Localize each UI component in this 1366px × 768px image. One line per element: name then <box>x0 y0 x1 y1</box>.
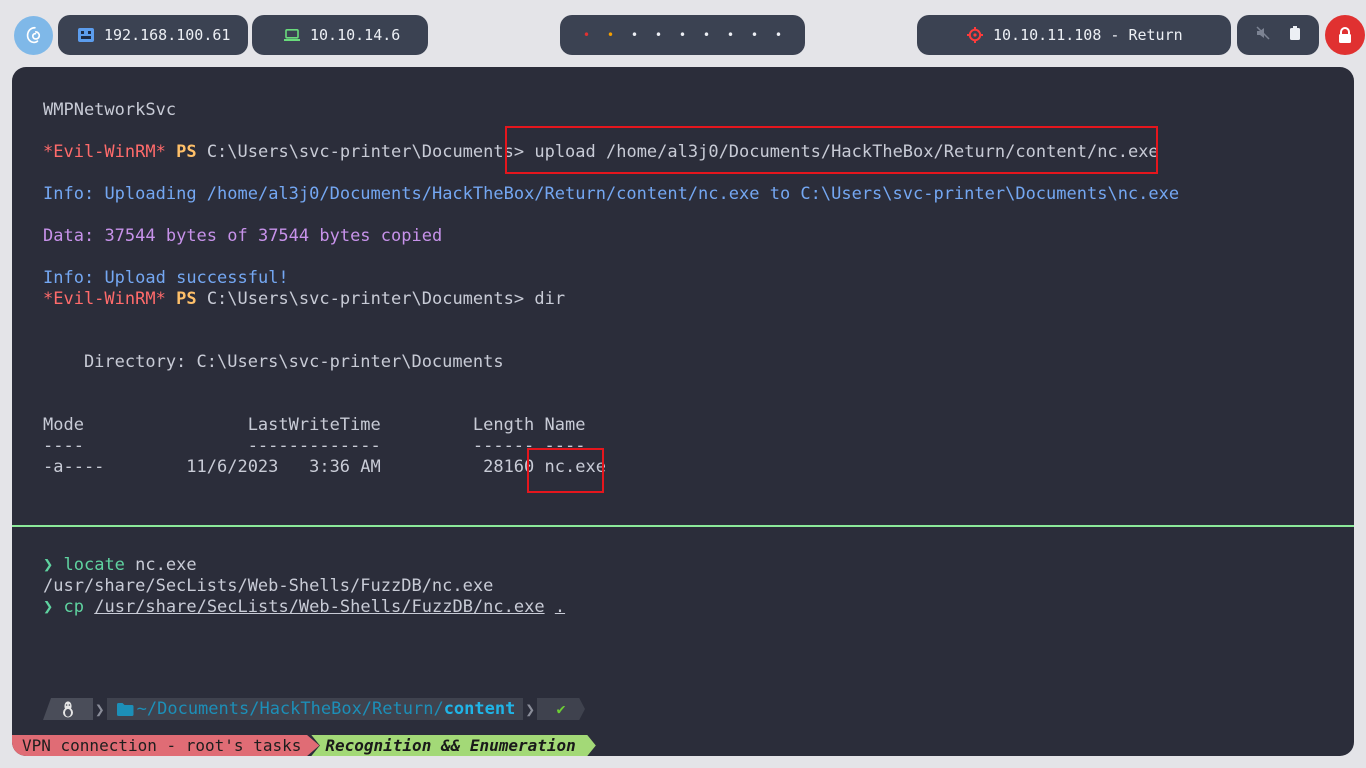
folder-icon <box>116 702 134 716</box>
target-icon <box>967 27 983 43</box>
cp-command-line: ❯ cp /usr/share/SecLists/Web-Shells/Fuzz… <box>43 597 565 618</box>
workspace-1[interactable]: • <box>575 28 599 42</box>
debian-icon[interactable] <box>14 16 53 55</box>
cwd-text-2: C:\Users\svc-printer\Documents> <box>206 289 525 309</box>
workspace-8[interactable]: • <box>743 28 767 42</box>
pane-divider <box>12 525 1354 527</box>
status-bar: VPN connection - root's tasks Recognitio… <box>12 735 596 756</box>
system-tray[interactable] <box>1237 15 1319 55</box>
directory-line: Directory: C:\Users\svc-printer\Document… <box>43 352 504 372</box>
vpn-ip-text: 10.10.14.6 <box>310 26 401 44</box>
cp-dest: . <box>554 597 566 617</box>
workspace-5[interactable]: • <box>671 28 695 42</box>
mute-icon[interactable] <box>1256 26 1270 44</box>
highlight-box-file <box>527 448 604 493</box>
ps-label: PS <box>176 142 197 162</box>
info-uploading-text: Uploading /home/al3j0/Documents/HackTheB… <box>104 184 1180 204</box>
info-label-2: Info: <box>43 268 95 288</box>
info-label: Info: <box>43 184 95 204</box>
workspace-4[interactable]: • <box>647 28 671 42</box>
locate-arg: nc.exe <box>124 555 197 575</box>
prompt-arrow-2: ❯ <box>43 597 54 617</box>
laptop-icon <box>284 29 300 41</box>
top-bar: 192.168.100.61 10.10.14.6 • • • • • • • … <box>0 0 1366 68</box>
workspace-9[interactable]: • <box>767 28 791 42</box>
info-success-line: Info: Upload successful! <box>43 268 289 289</box>
cp-source: /usr/share/SecLists/Web-Shells/FuzzDB/nc… <box>94 597 545 617</box>
workspace-3[interactable]: • <box>623 28 647 42</box>
status-segment-task[interactable]: Recognition && Enumeration <box>311 735 596 756</box>
evil-winrm-label: *Evil-WinRM* <box>43 142 166 162</box>
dir-command: dir <box>534 289 566 309</box>
data-copied-text: 37544 bytes of 37544 bytes copied <box>104 226 443 246</box>
workspace-2[interactable]: • <box>599 28 623 42</box>
prompt-arrow: ❯ <box>43 555 54 575</box>
workspace-switcher[interactable]: • • • • • • • • • <box>560 15 805 55</box>
battery-icon[interactable] <box>1290 26 1300 44</box>
terminal-pane-top[interactable]: WMPNetworkSvc *Evil-WinRM* PS C:\Users\s… <box>12 67 1354 526</box>
table-header: Mode LastWriteTime Length Name <box>43 415 586 435</box>
terminal-window[interactable]: WMPNetworkSvc *Evil-WinRM* PS C:\Users\s… <box>12 67 1354 756</box>
workspace-6[interactable]: • <box>695 28 719 42</box>
cwd-text: C:\Users\svc-printer\Documents> <box>206 142 525 162</box>
ps-label-2: PS <box>176 289 197 309</box>
cp-command: cp <box>63 597 84 617</box>
checkmark-icon: ✔ <box>536 698 585 720</box>
chevron-right-icon-2: ❯ <box>525 699 535 719</box>
table-underline: ---- ------------- ------ ---- <box>43 436 586 456</box>
highlight-box-upload <box>505 126 1158 174</box>
table-row: -a---- 11/6/2023 3:36 AM 28160 nc.exe <box>43 457 606 478</box>
dir-command-line: *Evil-WinRM* PS C:\Users\svc-printer\Doc… <box>43 289 565 310</box>
shell-prompt: ❯ ~/Documents/HackTheBox/Return/content … <box>43 698 585 720</box>
prompt-path-text: ~/Documents/HackTheBox/Return/ <box>136 699 444 719</box>
data-copied-line: Data: 37544 bytes of 37544 bytes copied <box>43 226 442 247</box>
terminal-pane-bottom[interactable]: ❯ locate nc.exe /usr/share/SecLists/Web-… <box>12 528 1354 756</box>
network-icon <box>78 28 94 42</box>
info-success-text: Upload successful! <box>104 268 289 288</box>
chevron-right-icon: ❯ <box>95 699 105 719</box>
locate-output: /usr/share/SecLists/Web-Shells/FuzzDB/nc… <box>43 576 494 596</box>
host-ip-widget[interactable]: 192.168.100.61 <box>58 15 248 55</box>
row-details: -a---- 11/6/2023 3:36 AM 28160 <box>43 457 545 477</box>
vpn-ip-widget[interactable]: 10.10.14.6 <box>252 15 428 55</box>
target-text: 10.10.11.108 - Return <box>993 26 1183 44</box>
lock-icon[interactable] <box>1325 15 1365 55</box>
info-uploading-line: Info: Uploading /home/al3j0/Documents/Ha… <box>43 184 1179 205</box>
workspace-7[interactable]: • <box>719 28 743 42</box>
data-label: Data: <box>43 226 95 246</box>
prompt-dir-text: content <box>443 699 516 719</box>
host-ip-text: 192.168.100.61 <box>104 26 231 44</box>
service-line: WMPNetworkSvc <box>43 100 177 120</box>
evil-winrm-label-2: *Evil-WinRM* <box>43 289 166 309</box>
locate-command: locate <box>63 555 125 575</box>
linux-icon <box>43 698 93 720</box>
status-segment-vpn[interactable]: VPN connection - root's tasks <box>12 735 320 756</box>
prompt-path: ~/Documents/HackTheBox/Return/content <box>106 698 524 720</box>
target-widget[interactable]: 10.10.11.108 - Return <box>917 15 1231 55</box>
locate-command-line: ❯ locate nc.exe <box>43 555 197 576</box>
